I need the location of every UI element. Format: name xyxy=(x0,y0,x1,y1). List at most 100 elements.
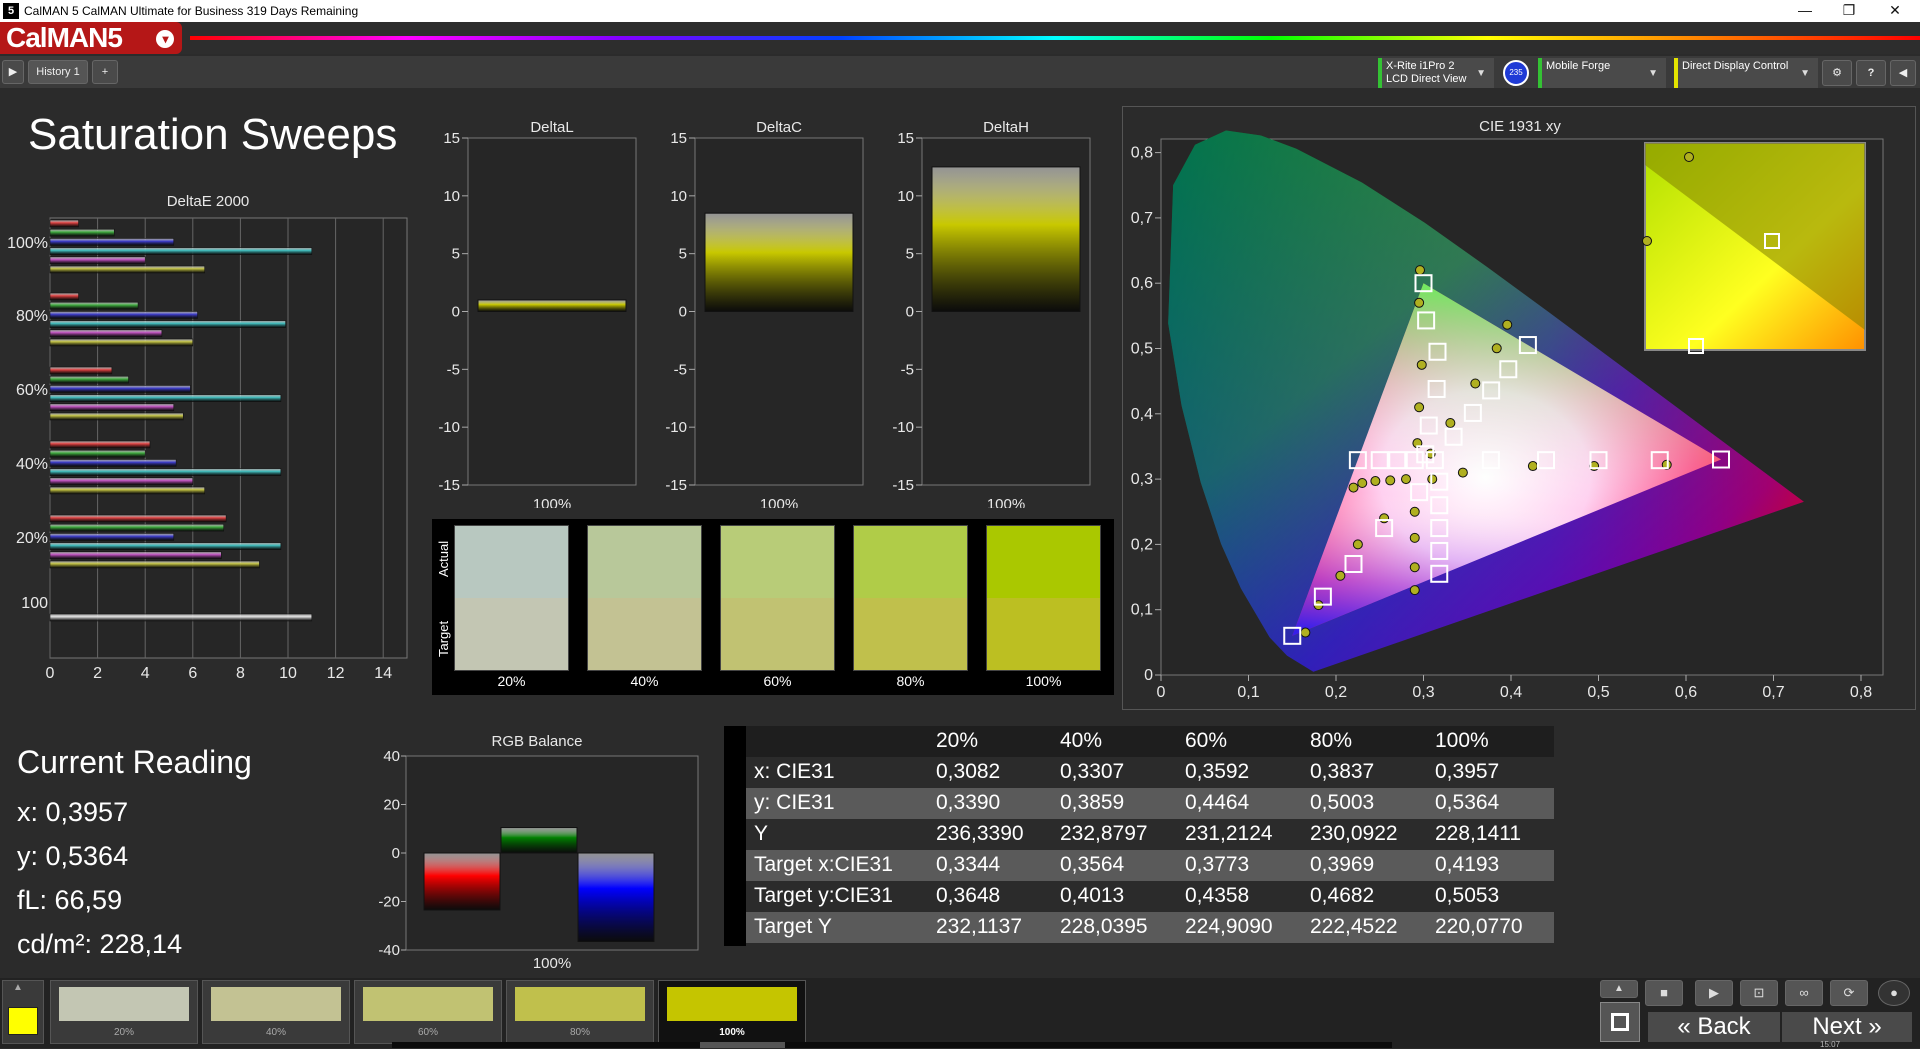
source-name: Mobile Forge xyxy=(1546,60,1611,72)
rgb-y-tick: -20 xyxy=(378,894,400,911)
back-label: Back xyxy=(1697,1013,1751,1040)
deltae-plot-area xyxy=(49,217,408,659)
cie-y-tick: 0,8 xyxy=(1131,145,1153,162)
delta-y-tick: 15 xyxy=(897,130,914,147)
delta-y-tick: 10 xyxy=(897,188,914,205)
bottom-swatch-color xyxy=(515,987,645,1021)
delta-y-tick: 15 xyxy=(670,130,687,147)
minimize-button[interactable]: — xyxy=(1782,0,1828,22)
table-cell: 232,1137 xyxy=(936,915,1023,938)
delta-y-tick: -5 xyxy=(447,361,460,378)
stop-icon[interactable]: ■ xyxy=(1645,980,1683,1006)
tab-history-1[interactable]: History 1 xyxy=(28,60,88,84)
cie-measured-point xyxy=(1415,265,1425,276)
cie-measured-point xyxy=(1414,402,1425,413)
rgb-x-label: 100% xyxy=(533,955,571,972)
meter-selector[interactable]: X-Rite i1Pro 2 LCD Direct View ▼ xyxy=(1378,58,1494,88)
delta-y-tick: 10 xyxy=(670,188,687,205)
help-icon[interactable]: ? xyxy=(1856,60,1886,86)
refresh-icon[interactable]: ⟳ xyxy=(1830,980,1868,1006)
deltae-bar xyxy=(49,385,191,393)
table-cell: 0,3837 xyxy=(1310,760,1375,783)
logo-menu-chevron-icon[interactable]: ▾ xyxy=(156,30,174,48)
rgb-y-tick: 0 xyxy=(392,845,400,862)
delta-y-tick: 10 xyxy=(443,188,460,205)
delta-y-tick: -15 xyxy=(438,477,460,494)
target-swatch xyxy=(721,598,834,670)
deltae-x-tick: 0 xyxy=(46,665,55,682)
next-button[interactable]: Next » xyxy=(1782,1012,1912,1042)
rgb-bar xyxy=(577,852,655,943)
deltae-title: DeltaE 2000 xyxy=(167,193,250,210)
collapse-icon[interactable]: ▲ xyxy=(13,982,23,993)
delta-y-tick: 5 xyxy=(679,246,687,263)
source-selector[interactable]: Mobile Forge ▼ xyxy=(1538,58,1666,88)
table-cell: 0,3564 xyxy=(1060,853,1125,876)
actual-swatch xyxy=(721,526,834,598)
deltae-bar xyxy=(49,219,79,228)
stop-square-icon[interactable] xyxy=(1600,1002,1640,1042)
chevron-down-icon: ▼ xyxy=(1648,68,1658,79)
bottom-swatch[interactable]: 20% xyxy=(50,980,198,1044)
cie-measured-point xyxy=(1335,570,1346,581)
cie-inset-measured xyxy=(1684,152,1694,162)
delta-y-tick: 15 xyxy=(443,130,460,147)
bottom-swatch[interactable]: 100% xyxy=(658,980,806,1044)
scroll-thumb[interactable] xyxy=(700,1042,785,1048)
cie-measured-point xyxy=(1502,319,1513,330)
display-selector[interactable]: Direct Display Control ▼ xyxy=(1674,58,1818,88)
play-workflow-icon[interactable]: ▶ xyxy=(2,60,24,84)
bottom-swatch-color xyxy=(211,987,341,1021)
deltah-chart: DeltaH 15 10 5 0 -5 -10 -15 100% xyxy=(892,119,1091,508)
rgb-bar xyxy=(423,852,501,911)
table-row: y: CIE31 0,3390 0,3859 0,4464 0,5003 0,5364 xyxy=(724,788,1554,819)
close-button[interactable]: ✕ xyxy=(1872,0,1918,22)
settings-gear-icon[interactable]: ⚙ xyxy=(1822,60,1852,86)
measure-icon[interactable]: ⊡ xyxy=(1740,980,1778,1006)
deltae-bar xyxy=(49,238,175,246)
bottom-swatch[interactable]: 40% xyxy=(202,980,350,1044)
deltae-bar xyxy=(49,449,146,458)
cie-measured-point xyxy=(1414,297,1425,308)
delta-y-tick: 0 xyxy=(679,304,687,321)
table-row: Target y:CIE31 0,3648 0,4013 0,4358 0,4682 0,… xyxy=(724,881,1554,912)
target-swatch xyxy=(854,598,967,670)
bottom-swatch-color xyxy=(363,987,493,1021)
table-cell: 236,3390 xyxy=(936,822,1024,845)
collapse-icon[interactable]: ▲ xyxy=(1600,980,1638,998)
calman-logo[interactable]: CalMAN5 ▾ xyxy=(0,22,182,54)
deltae-y-label: 20% xyxy=(16,530,48,547)
bottom-swatch[interactable]: 80% xyxy=(506,980,654,1044)
rgb-balance-chart: RGB Balance 40 20 0 -20 -40 100% xyxy=(378,733,699,972)
deltae-bar xyxy=(49,412,184,421)
delta-bar xyxy=(931,166,1081,312)
delta-x-label: 100% xyxy=(987,496,1025,508)
scroll-track[interactable] xyxy=(392,1042,1392,1048)
table-header-cell: 80% xyxy=(1310,729,1353,752)
cie-measured-point xyxy=(1457,467,1468,478)
deltae-x-tick: 2 xyxy=(93,665,102,682)
record-icon[interactable]: ● xyxy=(1878,980,1910,1006)
continuous-icon[interactable]: ∞ xyxy=(1785,980,1823,1006)
delta-y-tick: 0 xyxy=(452,304,460,321)
deltae-bar xyxy=(49,542,282,550)
bottom-swatch[interactable]: 60% xyxy=(354,980,502,1044)
back-button[interactable]: « Back xyxy=(1648,1012,1780,1042)
sidebar-toggle-icon[interactable]: ◀ xyxy=(1890,60,1916,86)
deltae-bar xyxy=(49,551,222,560)
deltae-bar xyxy=(49,228,115,237)
reading-y: y: 0,5364 xyxy=(17,841,129,871)
table-cell: 0,3969 xyxy=(1310,853,1375,876)
delta-title: DeltaL xyxy=(530,119,573,136)
table-cell: 0,3082 xyxy=(936,760,1001,783)
meter-status-badge[interactable]: 235 xyxy=(1503,60,1529,86)
target-label: Target xyxy=(436,620,451,657)
table-header-cell: 100% xyxy=(1435,729,1489,752)
table-cell: 0,3344 xyxy=(936,853,1001,876)
add-tab-button[interactable]: + xyxy=(92,60,118,84)
restore-button[interactable]: ❐ xyxy=(1826,0,1872,22)
deltae-bar xyxy=(49,311,198,319)
play-icon[interactable]: ▶ xyxy=(1695,980,1733,1006)
delta-y-tick: -15 xyxy=(665,477,687,494)
deltae-x-tick: 10 xyxy=(279,665,297,682)
